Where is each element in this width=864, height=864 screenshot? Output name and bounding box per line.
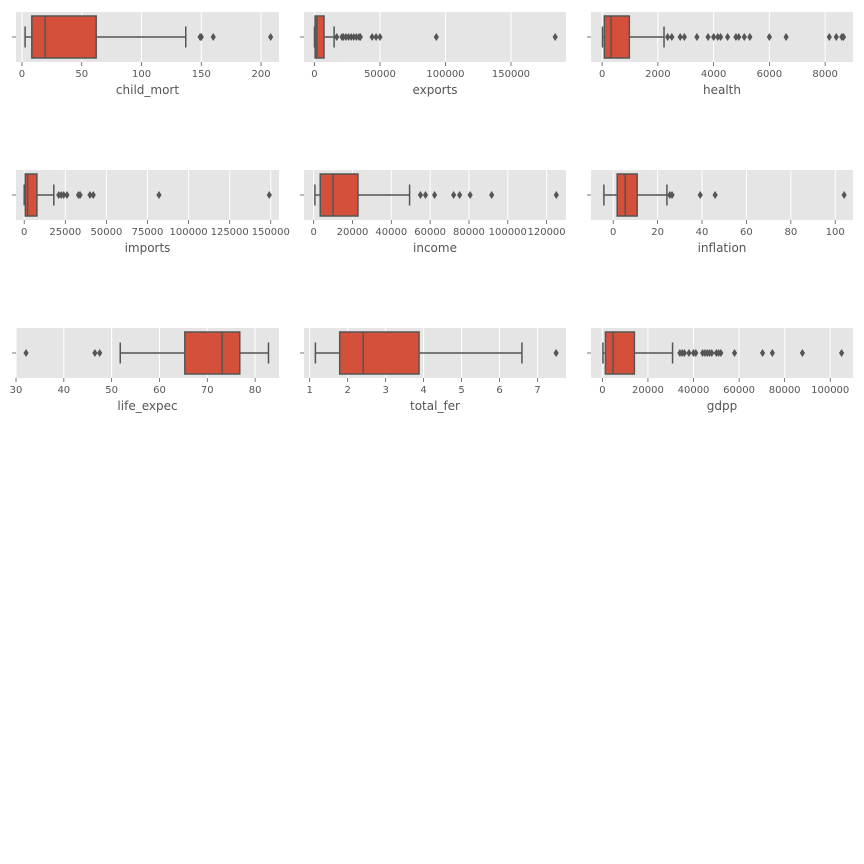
x-tick-label: 100: [132, 69, 151, 80]
x-tick-label: 40000: [375, 227, 407, 238]
x-tick-label: 0: [599, 385, 605, 396]
x-tick-label: 5: [458, 385, 464, 396]
x-tick-label: 20000: [632, 385, 664, 396]
x-tick-label: 50: [105, 385, 118, 396]
x-tick-label: 0: [311, 227, 317, 238]
x-tick-label: 2000: [645, 69, 670, 80]
x-tick-label: 0: [21, 227, 27, 238]
x-tick-label: 0: [610, 227, 616, 238]
x-tick-label: 80000: [453, 227, 485, 238]
x-tick-label: 80: [249, 385, 262, 396]
x-tick-label: 60000: [414, 227, 446, 238]
boxplot-total_fer: 1 2 3 4 5 6 7 total_fer: [300, 328, 566, 413]
x-tick-label: 80000: [769, 385, 801, 396]
iqr-box: [603, 15, 631, 59]
x-tick-label: 125000: [211, 227, 249, 238]
x-axis-label: inflation: [698, 241, 747, 255]
iqr-box: [338, 331, 420, 375]
x-tick-label: 100000: [426, 69, 464, 80]
iqr-box: [604, 331, 636, 375]
x-tick-label: 120000: [527, 227, 565, 238]
x-tick-label: 1: [307, 385, 313, 396]
x-axis-label: child_mort: [116, 83, 179, 97]
x-axis-label: health: [703, 83, 741, 97]
x-tick-label: 50000: [91, 227, 123, 238]
iqr-box: [31, 15, 97, 59]
x-tick-label: 3: [382, 385, 388, 396]
x-axis-label: total_fer: [410, 399, 460, 413]
x-tick-label: 0: [311, 69, 317, 80]
x-tick-label: 70: [201, 385, 214, 396]
x-tick-label: 60000: [723, 385, 755, 396]
x-tick-label: 75000: [132, 227, 164, 238]
x-tick-label: 150: [192, 69, 211, 80]
x-axis-label: life_expec: [117, 399, 177, 413]
boxplot-inflation: 0 20 40 60 80 100 inflation: [587, 170, 853, 255]
x-tick-label: 100000: [811, 385, 849, 396]
x-axis-label: exports: [412, 83, 457, 97]
boxplot-exports: 0 50000 100000 150000 exports: [300, 12, 566, 97]
iqr-box: [184, 331, 241, 375]
x-tick-label: 150000: [252, 227, 290, 238]
boxplot-gdpp: 0 20000 40000 60000 80000 100000 gdpp: [587, 328, 853, 413]
x-tick-label: 4000: [701, 69, 726, 80]
x-tick-label: 4: [420, 385, 426, 396]
x-axis-label: imports: [125, 241, 171, 255]
x-tick-label: 20000: [337, 227, 369, 238]
x-tick-label: 80: [784, 227, 797, 238]
x-tick-label: 0: [19, 69, 25, 80]
x-tick-label: 200: [252, 69, 271, 80]
x-tick-label: 50: [75, 69, 88, 80]
x-tick-label: 0: [599, 69, 605, 80]
x-tick-label: 30: [10, 385, 23, 396]
boxplot-child_mort: 0 50 100 150 200 child_mort: [12, 12, 279, 97]
iqr-box: [616, 173, 638, 217]
x-tick-label: 2: [344, 385, 350, 396]
boxplot-life_expec: 30 40 50 60 70 80 life_expec: [10, 328, 279, 413]
x-tick-label: 150000: [492, 69, 530, 80]
x-tick-label: 20: [651, 227, 664, 238]
x-tick-label: 7: [534, 385, 540, 396]
x-tick-label: 100: [826, 227, 845, 238]
iqr-box: [319, 173, 359, 217]
x-axis-label: gdpp: [707, 399, 737, 413]
x-tick-label: 40: [57, 385, 70, 396]
boxplot-income: 0 20000 40000 60000 80000 100000 120000 income: [300, 170, 566, 255]
x-tick-label: 100000: [489, 227, 527, 238]
x-tick-label: 8000: [812, 69, 837, 80]
x-tick-label: 50000: [364, 69, 396, 80]
x-tick-label: 100000: [170, 227, 208, 238]
boxplot-health: 0 2000 4000 6000 8000 health: [587, 12, 853, 97]
x-tick-label: 40000: [678, 385, 710, 396]
x-tick-label: 25000: [49, 227, 81, 238]
x-tick-label: 6000: [757, 69, 782, 80]
boxplot-imports: 0 25000 50000 75000 100000 125000 150000 import…: [12, 170, 290, 255]
x-tick-label: 60: [153, 385, 166, 396]
figure: 0 50 100 150 200child_mort0 50000 100000 150000…: [10, 12, 853, 413]
x-tick-label: 6: [496, 385, 502, 396]
x-tick-label: 60: [740, 227, 753, 238]
x-tick-label: 40: [696, 227, 709, 238]
x-axis-label: income: [413, 241, 457, 255]
